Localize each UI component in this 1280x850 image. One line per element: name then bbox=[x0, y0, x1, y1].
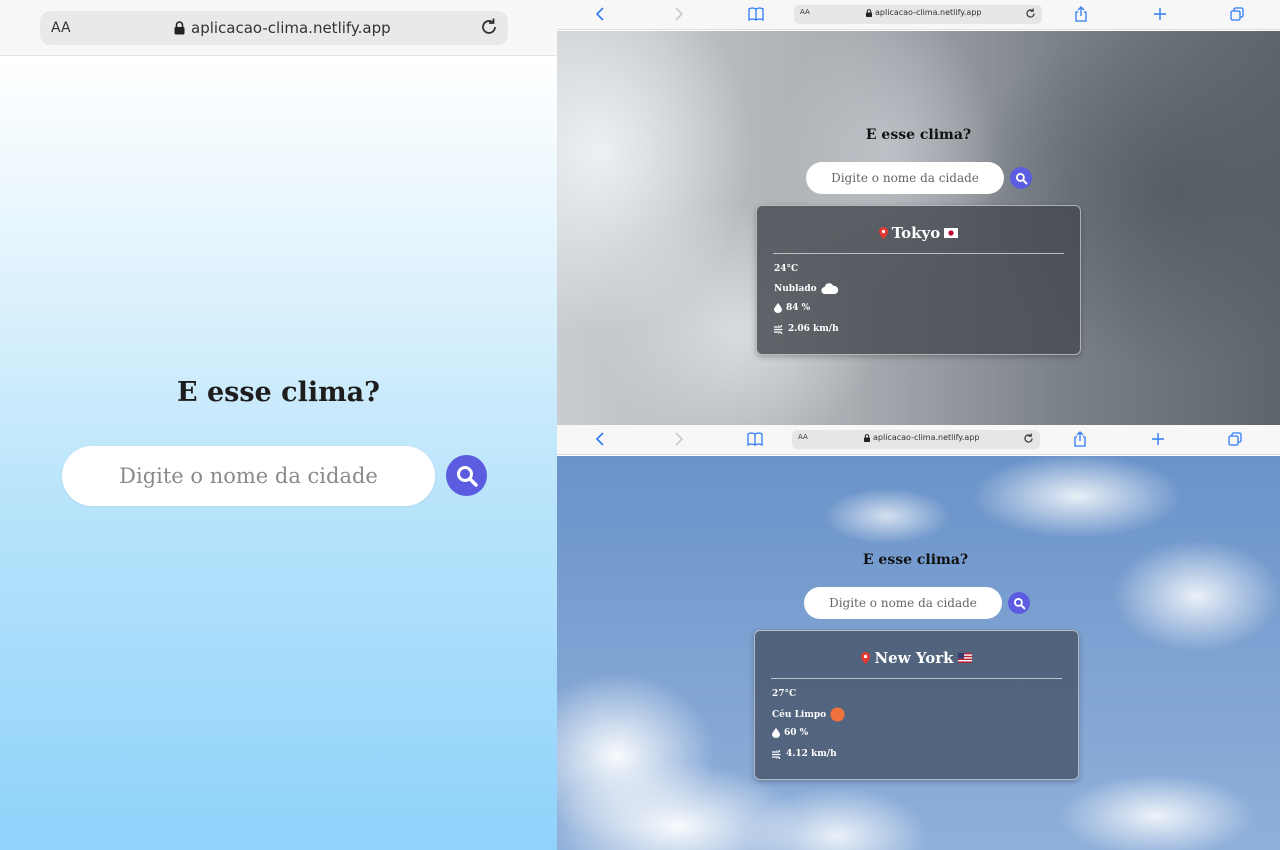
bookmarks-icon[interactable] bbox=[747, 432, 763, 446]
city-search-input[interactable] bbox=[806, 162, 1004, 194]
temperature-row: 27°C bbox=[772, 689, 796, 699]
reload-icon[interactable] bbox=[1024, 7, 1037, 20]
search-icon bbox=[1013, 597, 1025, 609]
wind-icon bbox=[772, 749, 781, 759]
tablet-url-text: aplicacao-clima.netlify.app bbox=[873, 433, 980, 442]
tablet-browser-toolbar: AA aplicacao-clima.netlify.app bbox=[557, 425, 1280, 455]
city-search-input[interactable] bbox=[62, 446, 435, 506]
city-name: New York bbox=[874, 649, 954, 667]
wind-value: 4.12 km/h bbox=[786, 749, 837, 759]
tablet-address-bar[interactable]: AA aplicacao-clima.netlify.app bbox=[794, 5, 1042, 24]
phone-screenshot: AA aplicacao-clima.netlify.app E esse cl… bbox=[0, 0, 557, 850]
sun-icon bbox=[830, 707, 845, 722]
new-tab-icon[interactable] bbox=[1151, 432, 1165, 446]
page-title: E esse clima? bbox=[177, 377, 380, 408]
weather-card: Tokyo 24°C Nublado 84 % 2.06 km/h bbox=[756, 205, 1081, 355]
lock-icon bbox=[174, 21, 185, 35]
weather-card-header: Tokyo bbox=[757, 224, 1080, 242]
tablet-address-bar[interactable]: AA aplicacao-clima.netlify.app bbox=[792, 430, 1040, 449]
weather-card-header: New York bbox=[755, 649, 1078, 667]
city-search-input[interactable] bbox=[804, 587, 1002, 619]
japan-flag-icon bbox=[944, 228, 959, 238]
location-pin-icon bbox=[861, 652, 871, 664]
wind-value: 2.06 km/h bbox=[788, 324, 839, 334]
forward-icon[interactable] bbox=[674, 7, 684, 21]
humidity-row: 84 % bbox=[774, 303, 810, 313]
tablet-url-text: aplicacao-clima.netlify.app bbox=[875, 8, 982, 17]
reload-icon[interactable] bbox=[478, 16, 500, 38]
weather-description: Nublado bbox=[774, 284, 817, 294]
usa-flag-icon bbox=[957, 653, 972, 663]
search-icon bbox=[1015, 172, 1027, 184]
description-row: Céu Limpo bbox=[772, 707, 845, 722]
phone-browser-toolbar: AA aplicacao-clima.netlify.app bbox=[0, 0, 557, 56]
card-divider bbox=[771, 678, 1062, 679]
text-size-button[interactable]: AA bbox=[51, 20, 71, 36]
phone-address-bar[interactable]: AA aplicacao-clima.netlify.app bbox=[40, 11, 508, 45]
new-tab-icon[interactable] bbox=[1153, 7, 1167, 21]
tablet-screenshot-new-york: AA aplicacao-clima.netlify.app E esse cl… bbox=[557, 425, 1280, 850]
page-title: E esse clima? bbox=[865, 127, 972, 143]
tablet-url-display: aplicacao-clima.netlify.app bbox=[864, 433, 979, 442]
weather-card: New York 27°C Céu Limpo 60 % 4.12 km/h bbox=[754, 630, 1079, 780]
tabs-overview-icon[interactable] bbox=[1230, 7, 1244, 21]
share-icon[interactable] bbox=[1073, 431, 1087, 447]
description-row: Nublado bbox=[774, 283, 839, 295]
reload-icon[interactable] bbox=[1022, 432, 1035, 445]
phone-url-text: aplicacao-clima.netlify.app bbox=[191, 19, 391, 37]
city-name: Tokyo bbox=[891, 224, 941, 242]
temperature-value: 24°C bbox=[774, 264, 799, 274]
location-pin-icon bbox=[878, 227, 888, 239]
lock-icon bbox=[866, 8, 872, 17]
weather-description: Céu Limpo bbox=[772, 709, 827, 720]
text-size-button[interactable]: AA bbox=[800, 8, 810, 16]
forward-icon[interactable] bbox=[674, 432, 684, 446]
humidity-row: 60 % bbox=[772, 728, 808, 738]
text-size-button[interactable]: AA bbox=[798, 433, 808, 441]
page-title: E esse clima? bbox=[862, 552, 969, 568]
share-icon[interactable] bbox=[1074, 6, 1088, 22]
wind-row: 4.12 km/h bbox=[772, 749, 837, 759]
humidity-value: 60 % bbox=[784, 728, 809, 738]
humidity-drop-icon bbox=[772, 728, 780, 738]
wind-row: 2.06 km/h bbox=[774, 324, 839, 334]
cloudy-background: E esse clima? Tokyo 24°C Nublado 84 % bbox=[557, 31, 1280, 425]
lock-icon bbox=[864, 433, 870, 442]
back-icon[interactable] bbox=[595, 432, 605, 446]
card-divider bbox=[773, 253, 1064, 254]
back-icon[interactable] bbox=[595, 7, 605, 21]
search-button[interactable] bbox=[1008, 592, 1030, 614]
phone-url-display: aplicacao-clima.netlify.app bbox=[174, 19, 391, 37]
tabs-overview-icon[interactable] bbox=[1228, 432, 1242, 446]
humidity-value: 84 % bbox=[786, 303, 811, 313]
tablet-screenshot-tokyo: AA aplicacao-clima.netlify.app E esse cl… bbox=[557, 0, 1280, 425]
search-button[interactable] bbox=[446, 455, 487, 496]
wind-icon bbox=[774, 324, 783, 334]
search-icon bbox=[456, 465, 478, 487]
clear-sky-background: E esse clima? New York 27°C Céu Limpo bbox=[557, 456, 1280, 850]
humidity-drop-icon bbox=[774, 303, 782, 313]
search-button[interactable] bbox=[1010, 167, 1032, 189]
bookmarks-icon[interactable] bbox=[748, 7, 764, 21]
temperature-row: 24°C bbox=[774, 264, 798, 274]
temperature-value: 27°C bbox=[772, 689, 797, 699]
tablet-browser-toolbar: AA aplicacao-clima.netlify.app bbox=[557, 0, 1280, 30]
cloud-icon bbox=[820, 283, 838, 295]
tablet-url-display: aplicacao-clima.netlify.app bbox=[866, 8, 981, 17]
